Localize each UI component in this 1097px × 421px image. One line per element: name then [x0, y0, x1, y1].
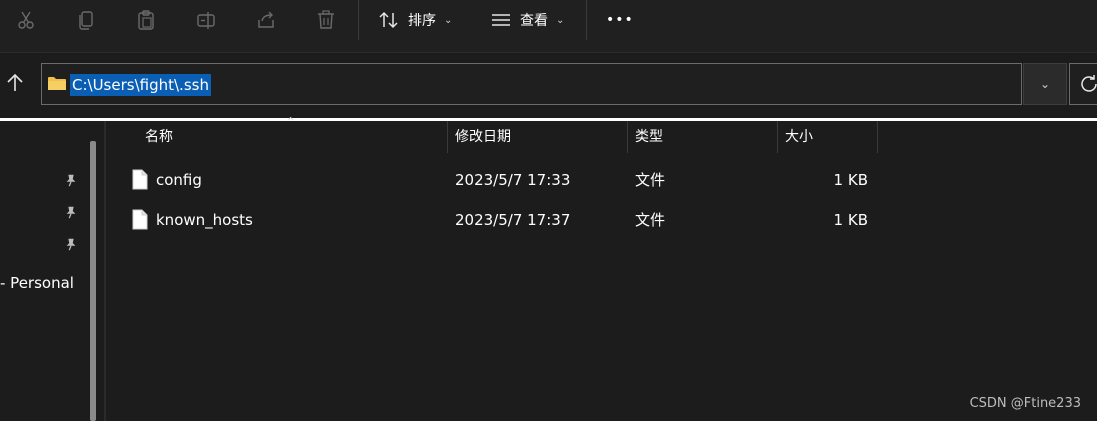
file-icon — [132, 209, 148, 230]
file-type: 文件 — [635, 171, 666, 189]
refresh-icon — [1081, 75, 1097, 92]
more-icon: ••• — [606, 12, 634, 28]
toolbar-separator — [358, 0, 359, 40]
more-options-button[interactable]: ••• — [606, 6, 634, 34]
column-header-size[interactable]: 大小 — [785, 121, 813, 153]
watermark: CSDN @Ftine233 — [969, 396, 1081, 411]
sort-ascending-icon: ⌃ — [286, 115, 296, 128]
sort-button[interactable]: 排序 ⌄ — [378, 6, 452, 34]
file-icon — [132, 169, 148, 190]
paste-icon[interactable] — [132, 6, 160, 34]
navigation-pane: - Personal — [0, 121, 104, 421]
rename-icon[interactable] — [192, 6, 220, 34]
command-bar: 排序 ⌄ 查看 ⌄ ••• — [0, 0, 1097, 53]
sort-label: 排序 — [408, 13, 436, 29]
file-modified: 2023/5/7 17:37 — [455, 211, 571, 229]
address-path[interactable]: C:\Users\fight\.ssh — [70, 74, 211, 96]
file-size: 1 KB — [833, 171, 868, 189]
column-header-type[interactable]: 类型 — [635, 121, 663, 153]
chevron-down-icon: ⌄ — [1039, 77, 1051, 91]
sort-icon — [379, 11, 398, 29]
chevron-down-icon: ⌄ — [556, 14, 565, 26]
file-modified: 2023/5/7 17:33 — [455, 171, 571, 189]
view-label: 查看 — [520, 13, 548, 29]
copy-icon[interactable] — [72, 6, 100, 34]
view-icon — [492, 14, 510, 26]
pin-icon[interactable] — [63, 236, 79, 252]
column-divider[interactable] — [447, 121, 448, 153]
view-button[interactable]: 查看 ⌄ — [490, 6, 564, 34]
nav-item-personal[interactable]: - Personal — [0, 274, 74, 292]
file-row[interactable]: known_hosts 2023/5/7 17:37 文件 1 KB — [106, 200, 1097, 240]
nav-scrollbar[interactable] — [90, 141, 96, 421]
file-name[interactable]: known_hosts — [156, 200, 253, 240]
pin-icon[interactable] — [63, 172, 79, 188]
column-divider[interactable] — [627, 121, 628, 153]
file-type: 文件 — [635, 211, 666, 229]
file-size: 1 KB — [833, 211, 868, 229]
column-header-modified[interactable]: 修改日期 — [455, 121, 511, 153]
folder-icon — [48, 77, 66, 90]
toolbar-separator — [586, 0, 587, 40]
address-bar[interactable]: C:\Users\fight\.ssh — [41, 63, 1022, 105]
address-dropdown-button[interactable]: ⌄ — [1023, 63, 1067, 105]
up-arrow-icon[interactable] — [4, 71, 26, 95]
cut-icon[interactable] — [12, 6, 40, 34]
chevron-down-icon: ⌄ — [444, 14, 453, 26]
column-divider[interactable] — [877, 121, 878, 153]
delete-icon[interactable] — [312, 6, 340, 34]
pin-icon[interactable] — [63, 204, 79, 220]
address-row: C:\Users\fight\.ssh ⌄ — [0, 53, 1097, 117]
share-icon[interactable] — [252, 6, 280, 34]
file-name[interactable]: config — [156, 160, 202, 200]
column-divider[interactable] — [777, 121, 778, 153]
file-row[interactable]: config 2023/5/7 17:33 文件 1 KB — [106, 160, 1097, 200]
column-header-name[interactable]: 名称 — [145, 121, 173, 153]
refresh-button[interactable] — [1069, 63, 1097, 105]
